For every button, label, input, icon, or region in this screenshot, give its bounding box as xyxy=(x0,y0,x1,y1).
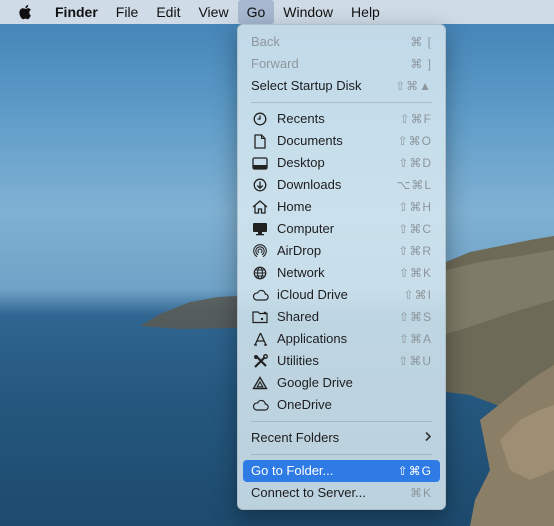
home-icon xyxy=(251,199,269,215)
shortcut: ⌘ [ xyxy=(410,35,432,49)
menu-item-label: Network xyxy=(277,265,325,280)
menu-item-shared[interactable]: Shared ⇧⌘S xyxy=(243,306,440,328)
menu-item-go-to-folder[interactable]: Go to Folder... ⇧⌘G xyxy=(243,460,440,482)
menu-item-applications[interactable]: Applications ⇧⌘A xyxy=(243,328,440,350)
computer-icon xyxy=(251,221,269,237)
menu-item-label: Utilities xyxy=(277,353,319,368)
menu-item-label: Back xyxy=(251,34,280,49)
menu-item-label: Documents xyxy=(277,133,343,148)
menu-item-recent-folders[interactable]: Recent Folders xyxy=(243,427,440,449)
chevron-right-icon xyxy=(424,427,432,449)
menu-item-label: Shared xyxy=(277,309,319,324)
menu-item-computer[interactable]: Computer ⇧⌘C xyxy=(243,218,440,240)
shortcut: ⇧⌘G xyxy=(397,464,432,478)
menu-item-home[interactable]: Home ⇧⌘H xyxy=(243,196,440,218)
menu-item-airdrop[interactable]: AirDrop ⇧⌘R xyxy=(243,240,440,262)
menu-item-label: Computer xyxy=(277,221,335,236)
go-menu-dropdown: Back ⌘ [ Forward ⌘ ] Select Startup Disk… xyxy=(237,24,446,510)
menu-item-recents[interactable]: Recents ⇧⌘F xyxy=(243,108,440,130)
menu-item-network[interactable]: Network ⇧⌘K xyxy=(243,262,440,284)
shared-folder-icon xyxy=(251,309,269,325)
network-globe-icon xyxy=(251,265,269,281)
cloud-icon xyxy=(251,397,269,413)
menu-item-utilities[interactable]: Utilities ⇧⌘U xyxy=(243,350,440,372)
clock-icon xyxy=(251,111,269,127)
shortcut: ⇧⌘C xyxy=(398,222,432,236)
shortcut: ⇧⌘H xyxy=(398,200,432,214)
menu-item-icloud-drive[interactable]: iCloud Drive ⇧⌘I xyxy=(243,284,440,306)
menu-item-label: Applications xyxy=(277,331,348,346)
shortcut: ⌥⌘L xyxy=(396,178,432,192)
menu-item-documents[interactable]: Documents ⇧⌘O xyxy=(243,130,440,152)
shortcut: ⇧⌘K xyxy=(398,266,432,280)
shortcut: ⇧⌘▲ xyxy=(395,79,432,93)
menu-item-label: Select Startup Disk xyxy=(251,78,362,93)
download-icon xyxy=(251,177,269,193)
menu-item-label: AirDrop xyxy=(277,243,322,258)
menu-item-label: Recent Folders xyxy=(251,430,340,445)
menubar-edit[interactable]: Edit xyxy=(147,0,189,24)
shortcut: ⇧⌘A xyxy=(398,332,432,346)
airdrop-icon xyxy=(251,243,269,259)
applications-icon xyxy=(251,331,269,347)
menu-bar: Finder File Edit View Go Window Help xyxy=(0,0,554,24)
menu-item-label: Downloads xyxy=(277,177,342,192)
menubar-finder[interactable]: Finder xyxy=(46,0,107,24)
menu-item-label: Go to Folder... xyxy=(251,463,334,478)
cloud-icon xyxy=(251,287,269,303)
menubar-window[interactable]: Window xyxy=(274,0,342,24)
desktop-icon xyxy=(251,155,269,171)
shortcut: ⇧⌘O xyxy=(397,134,432,148)
menubar-file[interactable]: File xyxy=(107,0,148,24)
menu-item-onedrive[interactable]: OneDrive xyxy=(243,394,440,416)
google-drive-icon xyxy=(251,375,269,391)
menu-item-label: iCloud Drive xyxy=(277,287,348,302)
menu-item-forward[interactable]: Forward ⌘ ] xyxy=(243,53,440,75)
menubar-view[interactable]: View xyxy=(189,0,237,24)
shortcut: ⌘K xyxy=(409,486,432,500)
menu-separator xyxy=(251,102,432,103)
shortcut: ⇧⌘U xyxy=(398,354,432,368)
apple-logo-icon[interactable] xyxy=(0,0,46,24)
menu-item-desktop[interactable]: Desktop ⇧⌘D xyxy=(243,152,440,174)
shortcut: ⌘ ] xyxy=(410,57,432,71)
document-icon xyxy=(251,133,269,149)
shortcut: ⇧⌘R xyxy=(398,244,432,258)
shortcut: ⇧⌘I xyxy=(403,288,432,302)
menu-item-connect-to-server[interactable]: Connect to Server... ⌘K xyxy=(243,482,440,504)
shortcut: ⇧⌘F xyxy=(399,112,432,126)
menu-item-back[interactable]: Back ⌘ [ xyxy=(243,31,440,53)
shortcut: ⇧⌘D xyxy=(398,156,432,170)
menu-item-label: Desktop xyxy=(277,155,325,170)
menu-separator xyxy=(251,421,432,422)
shortcut: ⇧⌘S xyxy=(398,310,432,324)
menu-item-google-drive[interactable]: Google Drive xyxy=(243,372,440,394)
menu-separator xyxy=(251,454,432,455)
menu-item-select-startup-disk[interactable]: Select Startup Disk ⇧⌘▲ xyxy=(243,75,440,97)
menu-item-label: OneDrive xyxy=(277,397,332,412)
menu-item-label: Google Drive xyxy=(277,375,353,390)
menu-item-label: Recents xyxy=(277,111,325,126)
menubar-go[interactable]: Go xyxy=(237,0,275,24)
menubar-help[interactable]: Help xyxy=(342,0,389,24)
menu-item-downloads[interactable]: Downloads ⌥⌘L xyxy=(243,174,440,196)
utilities-tools-icon xyxy=(251,353,269,369)
menu-item-label: Connect to Server... xyxy=(251,485,366,500)
menu-item-label: Forward xyxy=(251,56,299,71)
menu-item-label: Home xyxy=(277,199,312,214)
